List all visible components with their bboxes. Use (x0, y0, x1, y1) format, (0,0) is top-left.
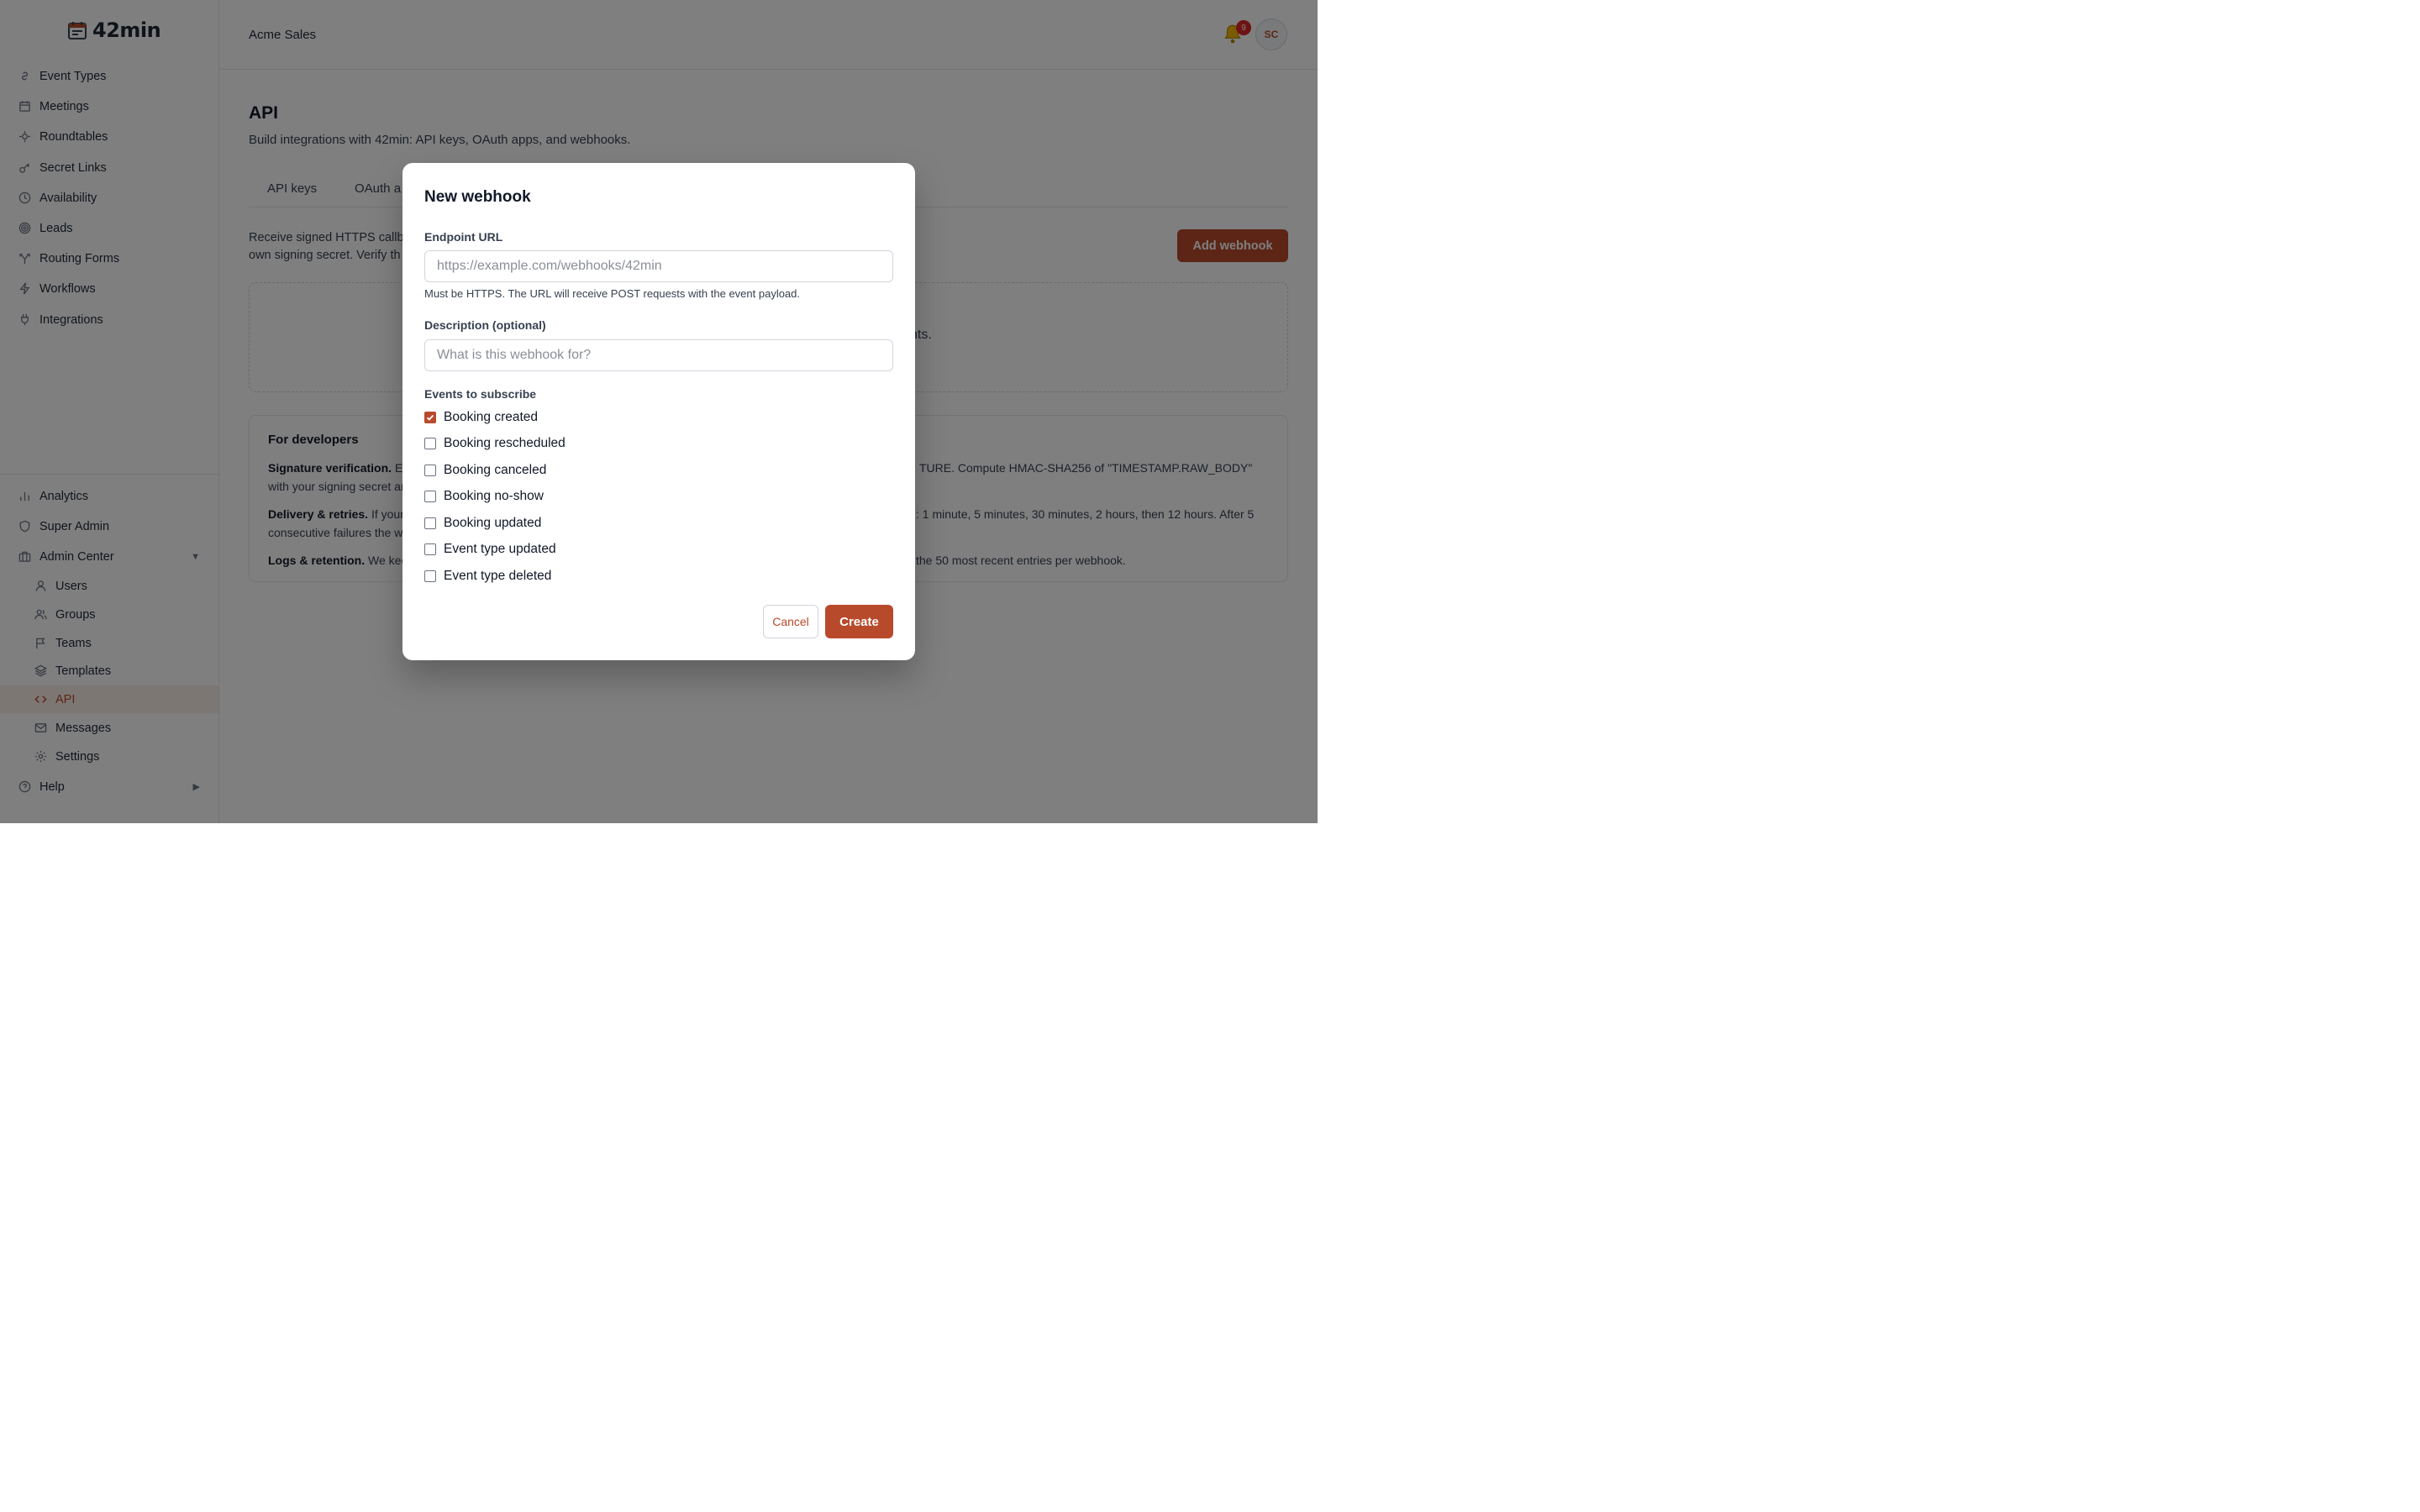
event-option-booking-rescheduled[interactable]: Booking rescheduled (424, 434, 566, 453)
checkbox[interactable] (424, 491, 436, 502)
event-option-booking-no-show[interactable]: Booking no-show (424, 487, 544, 506)
checkbox[interactable] (424, 465, 436, 476)
event-option-label: Booking no-show (444, 489, 544, 503)
endpoint-url-label: Endpoint URL (424, 230, 503, 244)
new-webhook-dialog: New webhook Endpoint URL Must be HTTPS. … (402, 163, 915, 660)
checkbox[interactable] (424, 438, 436, 449)
event-option-label: Event type deleted (444, 569, 552, 583)
events-label: Events to subscribe (424, 387, 537, 401)
event-option-label: Booking canceled (444, 463, 547, 477)
description-label: Description (optional) (424, 318, 546, 332)
cancel-button[interactable]: Cancel (763, 605, 818, 638)
event-option-booking-updated[interactable]: Booking updated (424, 514, 541, 533)
event-option-booking-created[interactable]: Booking created (424, 408, 538, 427)
checkbox[interactable] (424, 570, 436, 582)
create-button[interactable]: Create (825, 605, 893, 638)
checkbox-checked[interactable] (424, 412, 436, 423)
event-option-label: Booking rescheduled (444, 436, 566, 450)
event-option-booking-canceled[interactable]: Booking canceled (424, 461, 546, 480)
checkbox[interactable] (424, 517, 436, 529)
endpoint-url-input[interactable] (424, 250, 893, 282)
event-option-label: Booking updated (444, 516, 542, 530)
endpoint-url-help: Must be HTTPS. The URL will receive POST… (424, 287, 801, 300)
event-option-event-type-deleted[interactable]: Event type deleted (424, 567, 551, 585)
event-option-label: Event type updated (444, 542, 556, 556)
checkmark-icon (426, 414, 434, 421)
dialog-title: New webhook (424, 188, 531, 206)
description-input[interactable] (424, 339, 893, 371)
checkbox[interactable] (424, 543, 436, 555)
event-option-event-type-updated[interactable]: Event type updated (424, 540, 556, 559)
event-option-label: Booking created (444, 410, 539, 424)
